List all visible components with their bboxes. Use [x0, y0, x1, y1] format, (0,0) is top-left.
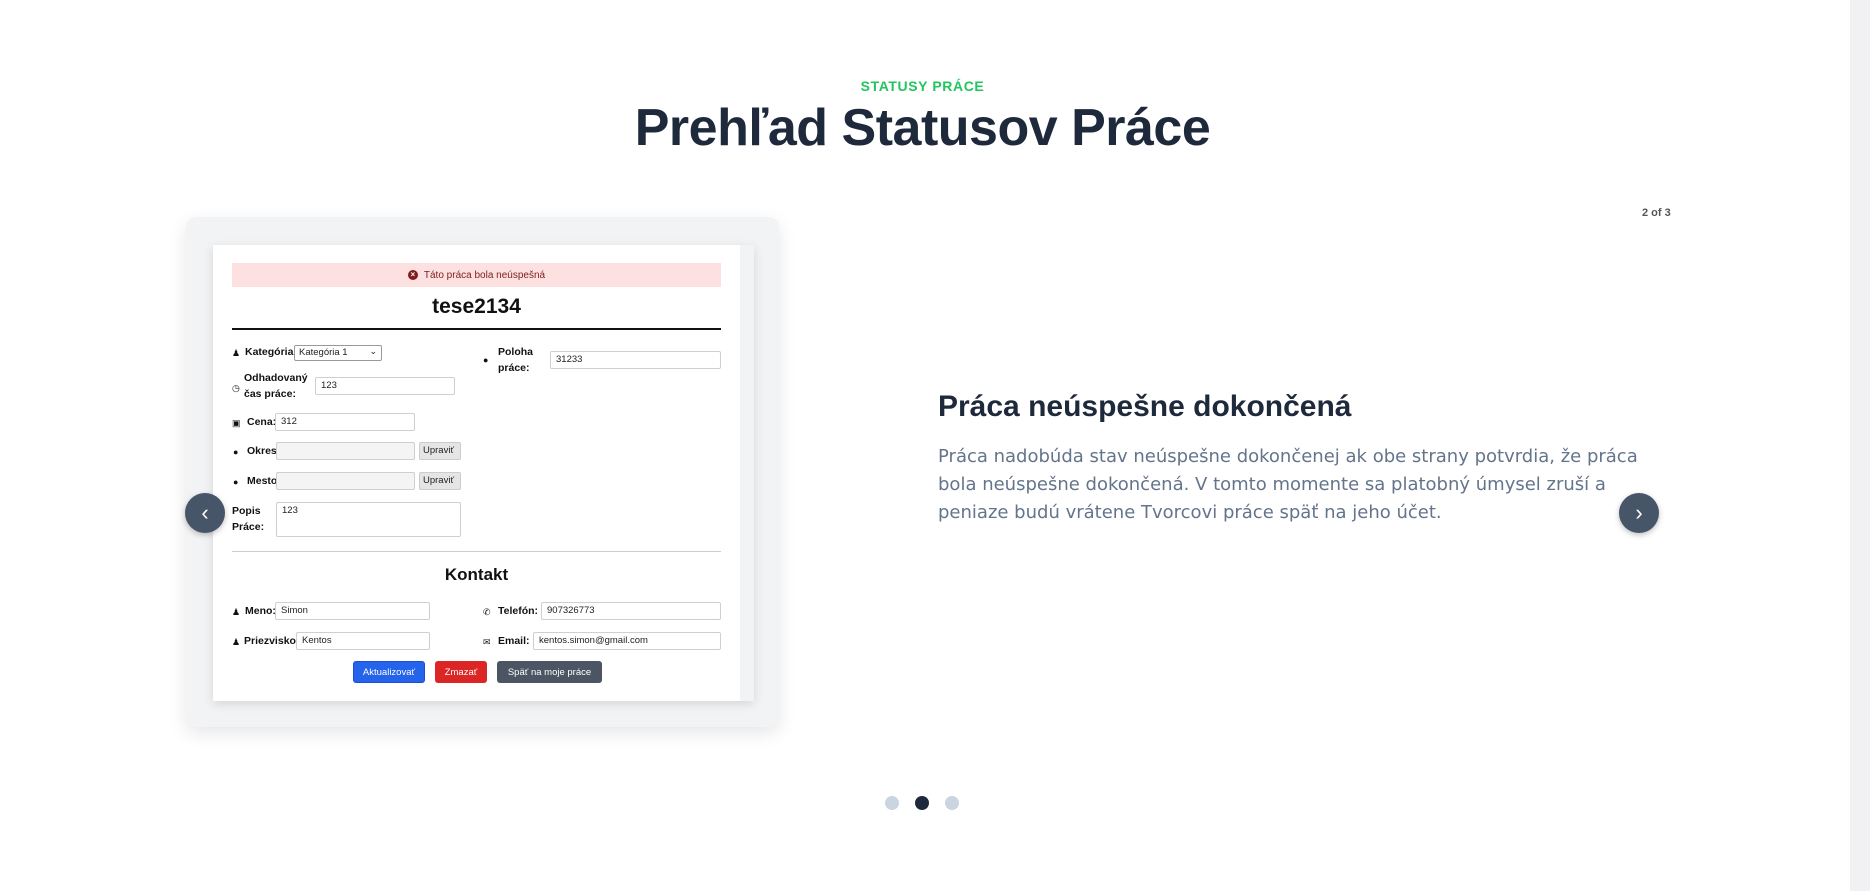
- section-title: Prehľad Statusov Práce: [634, 99, 1211, 157]
- user-icon: ♟: [232, 637, 241, 647]
- telefon-label: Telefón:: [498, 605, 539, 617]
- section-divider: [232, 551, 721, 552]
- poloha-label: Poloha práce:: [498, 346, 534, 374]
- user-icon: ♟: [232, 607, 241, 617]
- phone-icon: ✆: [483, 607, 491, 617]
- meno-input[interactable]: Simon: [275, 602, 430, 620]
- update-button[interactable]: Aktualizovať: [353, 661, 425, 683]
- contact-heading: Kontakt: [444, 565, 509, 584]
- error-circle-icon: ×: [407, 270, 418, 280]
- telefon-input[interactable]: 907326773: [541, 602, 721, 620]
- poloha-input[interactable]: 31233: [550, 351, 721, 369]
- carousel-dot-1[interactable]: [885, 796, 899, 810]
- delete-button[interactable]: Zmazať: [435, 661, 487, 683]
- carousel-dot-3[interactable]: [945, 796, 959, 810]
- title-divider: [232, 328, 721, 330]
- map-pin-icon: ●: [233, 477, 239, 487]
- slide-counter: 2 of 3: [1642, 207, 1671, 219]
- meno-label: Meno:: [245, 605, 276, 617]
- failure-alert-text: Táto práca bola neúspešná: [423, 269, 546, 281]
- chevron-left-icon: ‹: [201, 500, 209, 525]
- clock-icon: ◷: [232, 383, 240, 393]
- cas-input[interactable]: 123: [315, 377, 455, 395]
- popis-label: Popis Práce:: [232, 505, 265, 533]
- cas-label: Odhadovaný čas práce:: [244, 372, 308, 400]
- carousel-dot-2[interactable]: [915, 796, 929, 810]
- slide-heading: Práca neúspešne dokončená: [938, 390, 1352, 423]
- priezvisko-input[interactable]: Kentos: [296, 632, 430, 650]
- map-pin-icon: ●: [233, 447, 239, 457]
- map-pin-icon: ●: [483, 355, 489, 365]
- mesto-edit-button[interactable]: Upraviť: [419, 472, 461, 490]
- email-input[interactable]: kentos.simon@gmail.com: [533, 632, 721, 650]
- popis-textarea[interactable]: 123: [276, 502, 461, 537]
- kategoria-select[interactable]: Kategória 1 ⌄: [294, 345, 382, 361]
- page-scrollbar[interactable]: [1850, 0, 1870, 891]
- cena-input[interactable]: 312: [275, 413, 415, 431]
- job-preview-screenshot: × Táto práca bola neúspešná tese2134 ♟ K…: [213, 245, 754, 701]
- kategoria-label: Kategória:: [245, 346, 297, 358]
- okres-input[interactable]: [276, 442, 415, 460]
- failure-alert: × Táto práca bola neúspešná: [232, 263, 721, 287]
- cena-label: Cena:: [247, 416, 277, 428]
- job-title: tese2134: [432, 295, 521, 318]
- priezvisko-label: Priezvisko:: [244, 635, 300, 647]
- money-icon: ▣: [232, 418, 241, 428]
- carousel-prev-button[interactable]: ‹: [185, 493, 225, 533]
- okres-edit-button[interactable]: Upraviť: [419, 442, 461, 460]
- chevron-down-icon: ⌄: [369, 346, 377, 356]
- section-eyebrow: STATUSY PRÁCE: [860, 78, 985, 94]
- mesto-input[interactable]: [276, 472, 415, 490]
- kategoria-value: Kategória 1: [299, 347, 348, 358]
- email-label: Email:: [498, 635, 530, 647]
- back-to-jobs-button[interactable]: Späť na moje práce: [497, 661, 602, 683]
- slide-description: Práca nadobúda stav neúspešne dokončenej…: [938, 446, 1638, 523]
- envelope-icon: ✉: [483, 637, 491, 647]
- user-icon: ♟: [232, 348, 241, 358]
